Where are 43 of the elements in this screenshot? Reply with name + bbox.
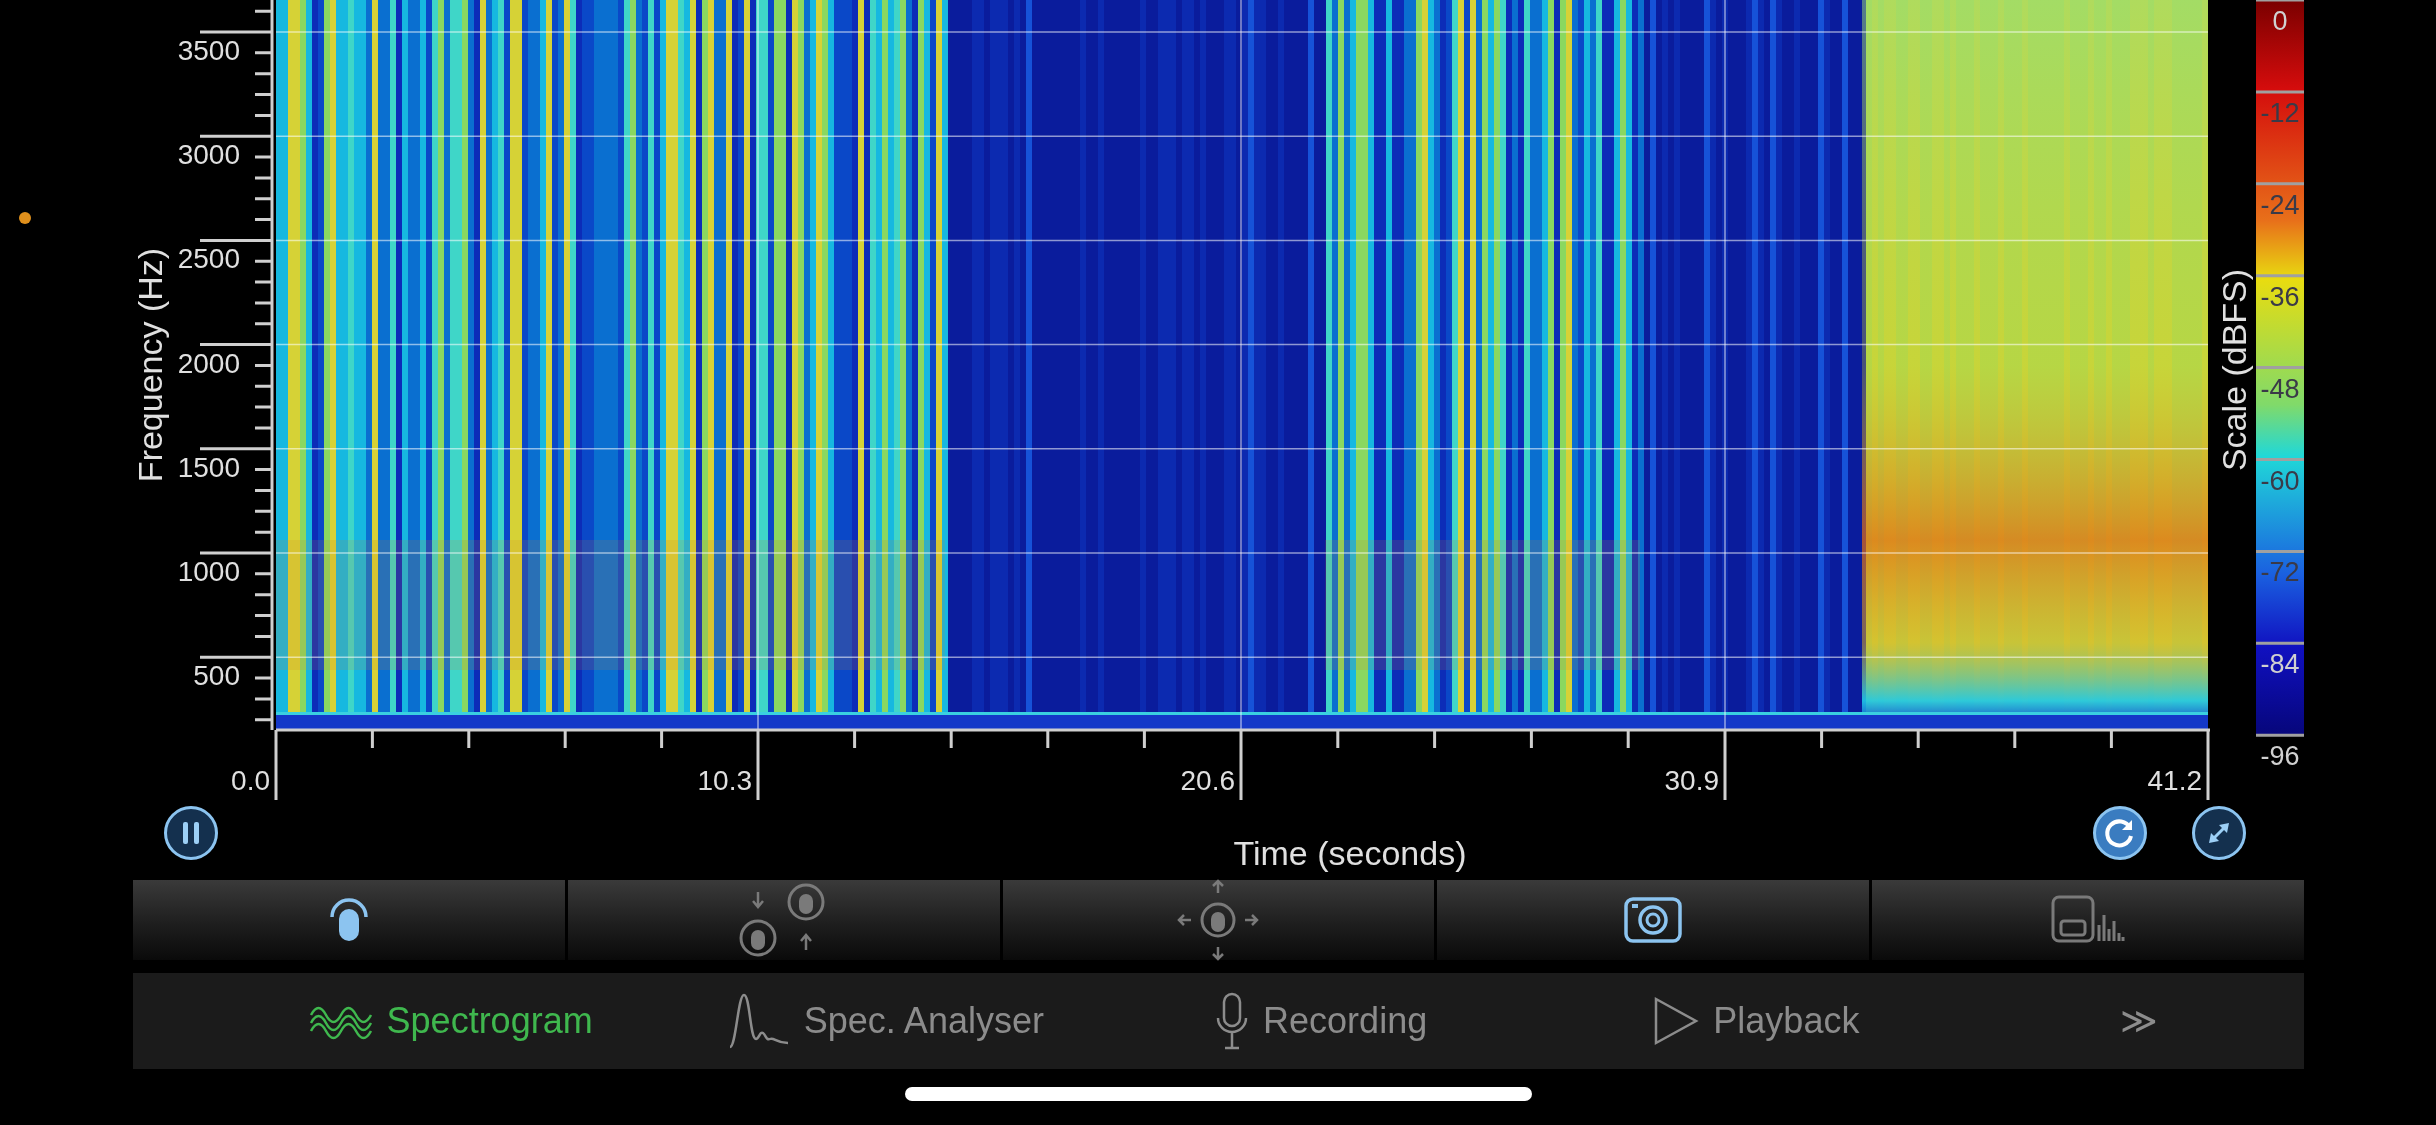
refresh-button[interactable] bbox=[2093, 805, 2147, 860]
scale-label: -96 bbox=[2260, 741, 2300, 772]
toolbar-button[interactable] bbox=[567, 880, 1000, 960]
scale-label: -84 bbox=[2260, 649, 2300, 680]
pause-icon bbox=[181, 820, 201, 845]
toolbar-button[interactable] bbox=[1437, 880, 1870, 960]
scale-label: -60 bbox=[2260, 465, 2300, 496]
microphone-icon bbox=[1215, 992, 1250, 1050]
scale-label: 0 bbox=[2272, 6, 2288, 36]
save-icon bbox=[2051, 895, 2126, 945]
pan-arrows-icon bbox=[1177, 879, 1260, 961]
scale-label: -36 bbox=[2260, 281, 2300, 312]
expand-button[interactable] bbox=[2192, 805, 2246, 860]
x-axis-label: 30.9 bbox=[1664, 765, 1719, 796]
y-axis-label: 2000 bbox=[177, 347, 240, 379]
y-axis-label: 2500 bbox=[177, 243, 240, 275]
y-axis-title: Frequency (Hz) bbox=[131, 247, 169, 483]
peak-curve-icon bbox=[727, 993, 790, 1049]
y-axis-label: 3500 bbox=[177, 35, 240, 66]
x-axis-label: 20.6 bbox=[1180, 765, 1235, 796]
recording-indicator-dot bbox=[19, 212, 31, 224]
x-axis-label: 0.0 bbox=[231, 765, 270, 796]
scale-label: -12 bbox=[2260, 97, 2300, 128]
tab[interactable]: Playback bbox=[1538, 973, 1974, 1069]
toolbar-button[interactable] bbox=[133, 880, 565, 960]
tab[interactable]: Spectrogram bbox=[233, 973, 669, 1069]
y-axis-label: 1500 bbox=[177, 451, 240, 483]
tab[interactable]: ≫ bbox=[1974, 973, 2304, 1069]
tab[interactable]: Spec. Analyser bbox=[668, 973, 1104, 1069]
scale-label: -24 bbox=[2260, 189, 2300, 220]
y-axis-label: 1000 bbox=[177, 556, 240, 587]
x-axis-label: 10.3 bbox=[697, 765, 752, 796]
camera-icon bbox=[1624, 897, 1683, 943]
scale-title: Scale (dBFS) bbox=[2215, 268, 2253, 472]
x-axis-title: Time (seconds) bbox=[1232, 834, 1468, 873]
scale-label: -48 bbox=[2260, 373, 2300, 404]
tab[interactable]: Recording bbox=[1103, 973, 1539, 1069]
pause-button[interactable] bbox=[164, 805, 218, 860]
scale-label: -72 bbox=[2260, 557, 2300, 588]
y-axis-label: 3000 bbox=[177, 139, 240, 171]
play-icon bbox=[1653, 996, 1700, 1046]
x-axis-label: 41.2 bbox=[2147, 765, 2202, 796]
y-axis-label: 500 bbox=[193, 660, 240, 692]
